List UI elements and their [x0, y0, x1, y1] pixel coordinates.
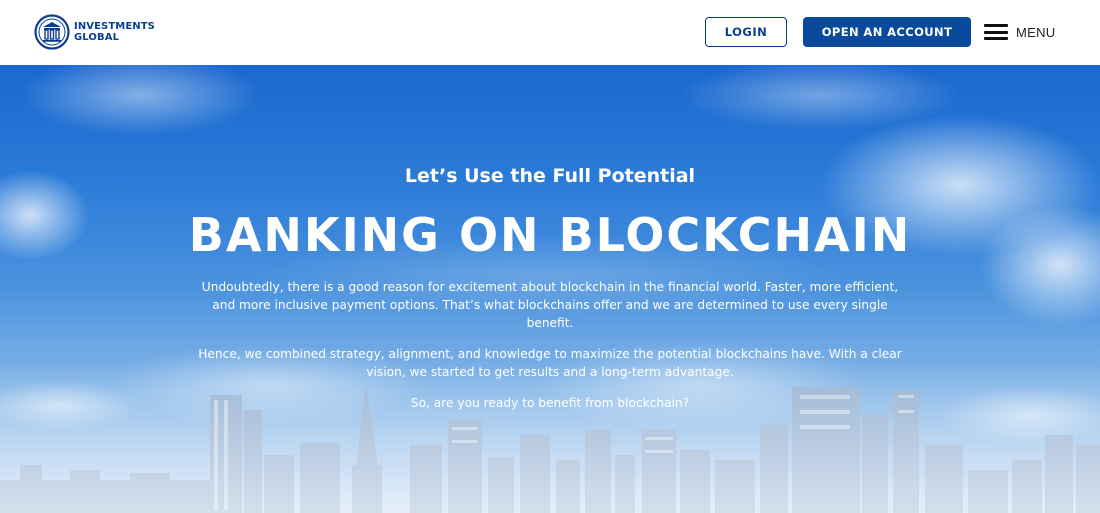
hero-paragraph-2: Hence, we combined strategy, alignment, … — [198, 347, 902, 379]
hero-headline: BANKING ON BLOCKCHAIN — [188, 208, 912, 262]
menu-button[interactable]: MENU — [984, 22, 1055, 42]
hero-paragraph-1: Undoubtedly, there is a good reason for … — [201, 280, 899, 330]
menu-label: MENU — [1016, 24, 1056, 40]
login-button[interactable]: LOGIN — [705, 17, 787, 47]
hamburger-icon — [984, 24, 1008, 40]
logo-line-1: INVESTMENTS — [74, 21, 155, 32]
logo-line-2: GLOBAL — [74, 32, 120, 43]
logo-text: INVESTMENTS GLOBAL — [74, 21, 155, 43]
site-header: INVESTMENTS GLOBAL LOGIN OPEN AN ACCOUNT… — [0, 0, 1100, 65]
hero-kicker: Let’s Use the Full Potential — [404, 165, 696, 187]
hero-section: Let’s Use the Full Potential BANKING ON … — [0, 65, 1100, 513]
bank-columns-icon — [34, 14, 70, 50]
logo[interactable]: INVESTMENTS GLOBAL — [34, 14, 155, 50]
open-account-button[interactable]: OPEN AN ACCOUNT — [803, 17, 971, 47]
hero-paragraph-3: So, are you ready to benefit from blockc… — [410, 396, 690, 410]
